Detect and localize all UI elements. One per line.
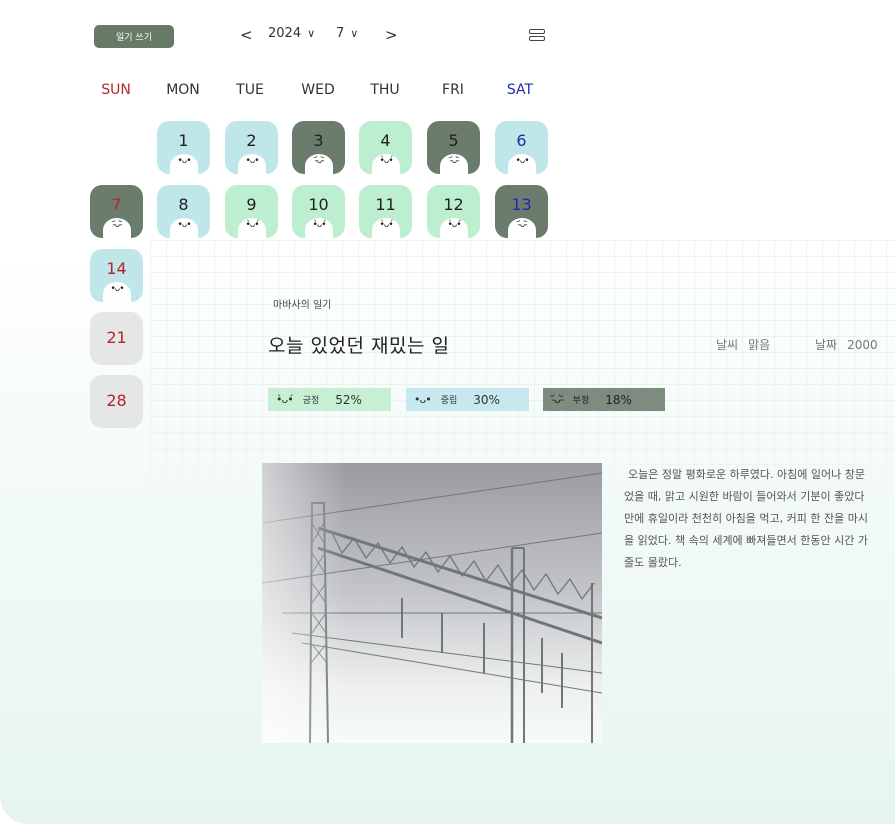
diary-body: 오늘은 정말 평화로운 하루였다. 아침에 일어나 창문 었을 때, 맑고 시원… [624,464,895,574]
calendar-day-5[interactable]: 5 -᷄ᴗ-᷅ [427,121,480,174]
calendar-day-12[interactable]: 12 •̀ᴗ•́ [427,185,480,238]
prev-month-button[interactable]: < [240,26,253,44]
day-number: 14 [106,259,127,278]
diary-line: 줄도 몰랐다. [624,556,682,569]
day-number: 1 [178,131,189,150]
day-number: 6 [516,131,527,150]
neutral-face-icon: •ᴗ• [103,282,131,302]
negative-label: 부정 [572,396,590,406]
month-select[interactable]: 7 ∨ [336,26,358,41]
neutral-percent: 30% [473,392,500,407]
date-value: 2000 [847,338,878,352]
day-number: 21 [106,328,127,347]
calendar-day-21[interactable]: 21 [90,312,143,365]
next-month-button[interactable]: > [385,26,398,44]
day-number: 2 [246,131,257,150]
neutral-label: 중립 [440,396,458,406]
positive-face-icon: •̀ᴗ•́ [440,218,468,238]
weekday-thu: THU [370,82,400,98]
calendar-day-9[interactable]: 9 •̀ᴗ•́ [225,185,278,238]
weather-info: 날씨 맑음 [716,336,770,353]
diary-line: 었을 때, 맑고 시원한 바람이 들어와서 기분이 좋았다 [624,490,865,503]
positive-stat: •̀ᴗ•́ 긍정 52% [268,388,391,411]
calendar-day-11[interactable]: 11 •̀ᴗ•́ [359,185,412,238]
diary-line: 만에 휴일이라 천천히 아침을 먹고, 커피 한 잔을 마시 [624,512,868,525]
weekday-tue: TUE [236,82,264,98]
negative-face-icon: -᷄ᴗ-᷅ [440,154,468,174]
day-number: 3 [313,131,324,150]
calendar-day-1[interactable]: 1 •ᴗ• [157,121,210,174]
calendar-day-8[interactable]: 8 •ᴗ• [157,185,210,238]
negative-face-icon: -᷄ᴗ-᷅ [103,218,131,238]
negative-percent: 18% [605,392,632,407]
day-number: 10 [308,195,329,214]
negative-face-icon: -᷄ᴗ-᷅ [508,218,536,238]
write-diary-button[interactable]: 일기 쓰기 [94,25,174,48]
positive-face-icon: •̀ᴗ•́ [305,218,333,238]
positive-percent: 52% [335,392,362,407]
day-number: 5 [448,131,459,150]
day-number: 11 [375,195,396,214]
positive-face-icon: •̀ᴗ•́ [372,218,400,238]
chevron-down-icon: ∨ [350,27,359,40]
calendar-day-3[interactable]: 3 -᷄ᴗ-᷅ [292,121,345,174]
date-label: 날짜 [815,338,838,352]
day-number: 4 [380,131,391,150]
day-number: 8 [178,195,189,214]
calendar-day-6[interactable]: 6 •ᴗ• [495,121,548,174]
month-value: 7 [336,26,345,41]
calendar-day-14[interactable]: 14 •ᴗ• [90,249,143,302]
weekday-mon: MON [166,82,200,98]
weather-value: 맑음 [748,338,771,352]
calendar-day-10[interactable]: 10 •̀ᴗ•́ [292,185,345,238]
calendar-day-7[interactable]: 7 -᷄ᴗ-᷅ [90,185,143,238]
negative-face-icon: -᷄ᴗ-᷅ [305,154,333,174]
diary-photo [262,463,602,743]
diary-line: 오늘은 정말 평화로운 하루였다. 아침에 일어나 창문 [628,468,865,481]
positive-face-icon: •̀ᴗ•́ [372,154,400,174]
diary-line: 을 읽었다. 책 속의 세계에 빠져들면서 한동안 시간 가 [624,534,868,547]
diary-owner: 마바사의 일기 [273,300,332,311]
year-value: 2024 [268,26,302,41]
neutral-face-icon: •ᴗ• [170,218,198,238]
positive-face-icon: •̀ᴗ•́ [276,393,294,406]
neutral-face-icon: •ᴗ• [414,393,432,406]
weekday-wed: WED [301,82,335,98]
weekday-sat: SAT [506,82,534,98]
calendar-day-13[interactable]: 13 -᷄ᴗ-᷅ [495,185,548,238]
day-number: 12 [443,195,464,214]
chevron-down-icon: ∨ [307,27,316,40]
year-select[interactable]: 2024 ∨ [268,26,315,41]
positive-label: 긍정 [302,396,320,406]
weekday-fri: FRI [442,82,464,98]
day-number: 7 [111,195,122,214]
day-number: 9 [246,195,257,214]
neutral-face-icon: •ᴗ• [508,154,536,174]
negative-face-icon: -᷄ᴗ-᷅ [551,393,564,406]
weather-label: 날씨 [716,338,739,352]
neutral-stat: •ᴗ• 중립 30% [406,388,529,411]
layout-icon[interactable] [529,29,547,43]
neutral-face-icon: •ᴗ• [170,154,198,174]
diary-panel: 일기 쓰기 < 2024 ∨ 7 ∨ > SUN MON TUE WED THU… [0,0,895,824]
date-info: 날짜 2000 [815,336,878,353]
day-number: 28 [106,391,127,410]
positive-face-icon: •̀ᴗ•́ [238,218,266,238]
neutral-face-icon: •ᴗ• [238,154,266,174]
day-number: 13 [511,195,532,214]
calendar-day-4[interactable]: 4 •̀ᴗ•́ [359,121,412,174]
negative-stat: -᷄ᴗ-᷅ 부정 18% [543,388,665,411]
diary-title: 오늘 있었던 재밌는 일 [268,335,450,357]
calendar-day-2[interactable]: 2 •ᴗ• [225,121,278,174]
weekday-sun: SUN [101,82,131,98]
calendar-day-28[interactable]: 28 [90,375,143,428]
